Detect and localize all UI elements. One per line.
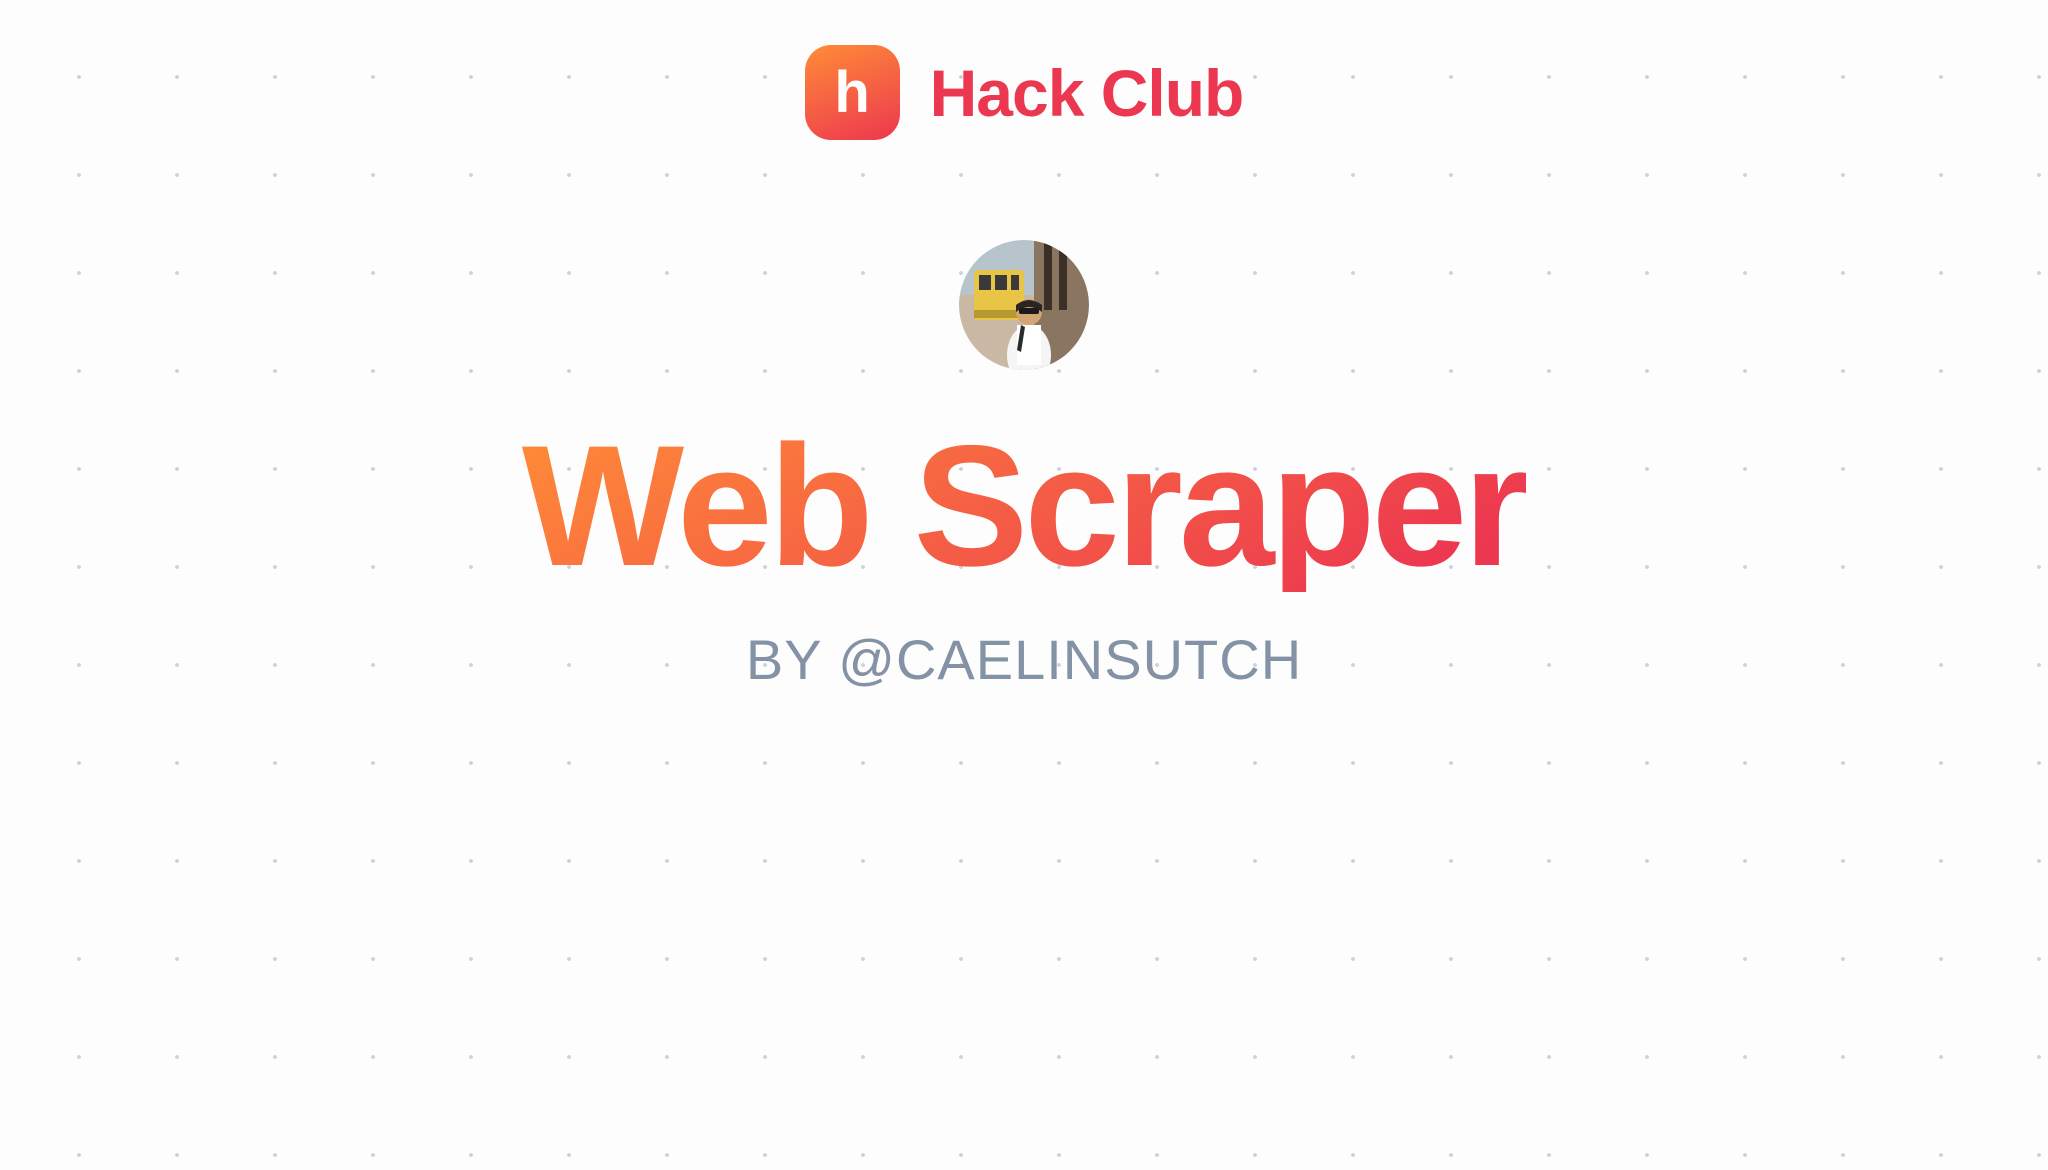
logo-letter: h: [834, 64, 869, 122]
avatar-image: [959, 240, 1089, 370]
author-avatar: [959, 240, 1089, 370]
page-title: Web Scraper: [522, 420, 1526, 592]
author-byline: BY @CAELINSUTCH: [746, 627, 1302, 692]
brand-name: Hack Club: [930, 55, 1244, 131]
hackclub-logo-icon: h: [805, 45, 900, 140]
header: h Hack Club: [805, 45, 1244, 140]
